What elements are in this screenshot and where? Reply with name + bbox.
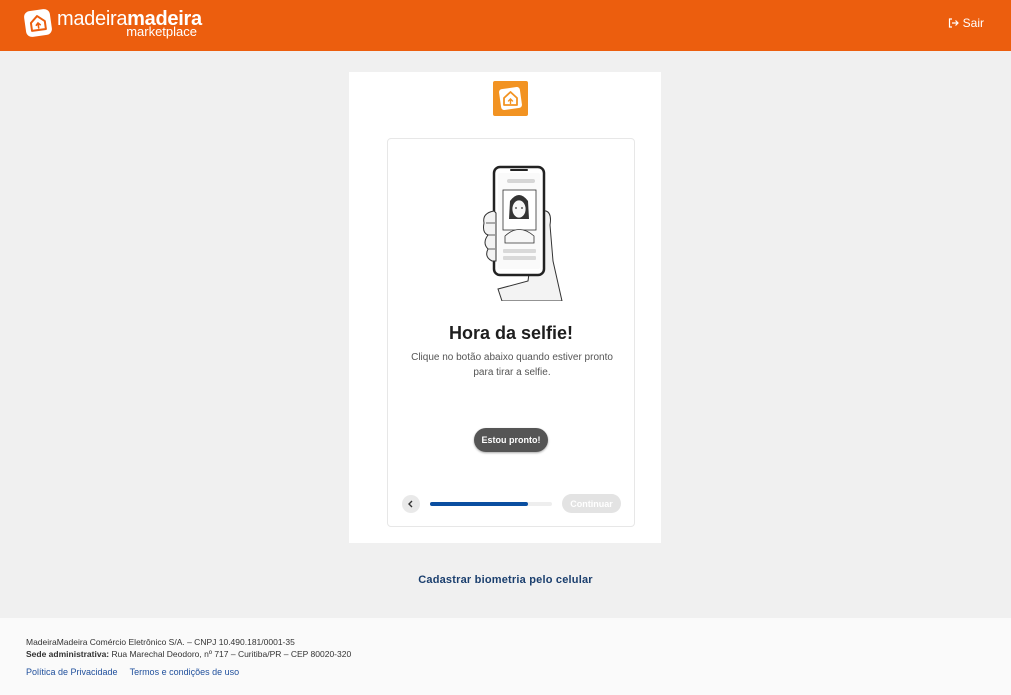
chevron-left-icon (407, 495, 415, 513)
card-title: Hora da selfie! (448, 323, 574, 343)
progress-bar (430, 502, 552, 506)
privacy-policy-link[interactable]: Política de Privacidade (26, 667, 118, 677)
logo-text-light: madeira (57, 8, 128, 30)
footer-company: MadeiraMadeira Comércio Eletrônico S/A. … (26, 637, 295, 647)
register-biometry-mobile-link[interactable]: Cadastrar biometria pelo celular (0, 574, 1011, 586)
top-bar: madeiramadeira marketplace Sair (0, 0, 1011, 51)
progress-bar-fill (430, 502, 528, 506)
footer-address-label: Sede administrativa: (26, 649, 110, 659)
card-description-line1: Clique no botão abaixo quando estiver pr… (411, 352, 613, 363)
logo-subtitle: marketplace (126, 24, 197, 39)
terms-link[interactable]: Termos e condições de uso (130, 667, 240, 677)
logout-icon (948, 18, 959, 28)
logout-button[interactable]: Sair (948, 16, 984, 30)
house-logo-icon (493, 81, 528, 116)
footer-address-value: Rua Marechal Deodoro, nº 717 – Curitiba/… (111, 649, 352, 659)
footer: MadeiraMadeira Comércio Eletrônico S/A. … (0, 618, 1011, 695)
selfie-phone-illustration (483, 165, 563, 301)
ready-button[interactable]: Estou pronto! (474, 428, 548, 452)
selfie-card: Hora da selfie! Clique no botão abaixo q… (387, 138, 635, 527)
brand-logo[interactable]: madeiramadeira marketplace (23, 8, 202, 39)
continue-button[interactable]: Continuar (562, 494, 621, 513)
card-description: Clique no botão abaixo quando estiver pr… (402, 350, 622, 380)
house-logo-icon (23, 8, 53, 38)
biometry-panel: Hora da selfie! Clique no botão abaixo q… (349, 72, 661, 543)
card-description-line2: para tirar a selfie. (473, 367, 551, 378)
footer-links: Política de Privacidade Termos e condiçõ… (26, 667, 239, 677)
logout-label: Sair (962, 16, 984, 30)
back-button[interactable] (402, 495, 420, 513)
footer-address: Sede administrativa: Rua Marechal Deodor… (26, 649, 351, 659)
logo-wordmark: madeiramadeira marketplace (57, 8, 202, 38)
